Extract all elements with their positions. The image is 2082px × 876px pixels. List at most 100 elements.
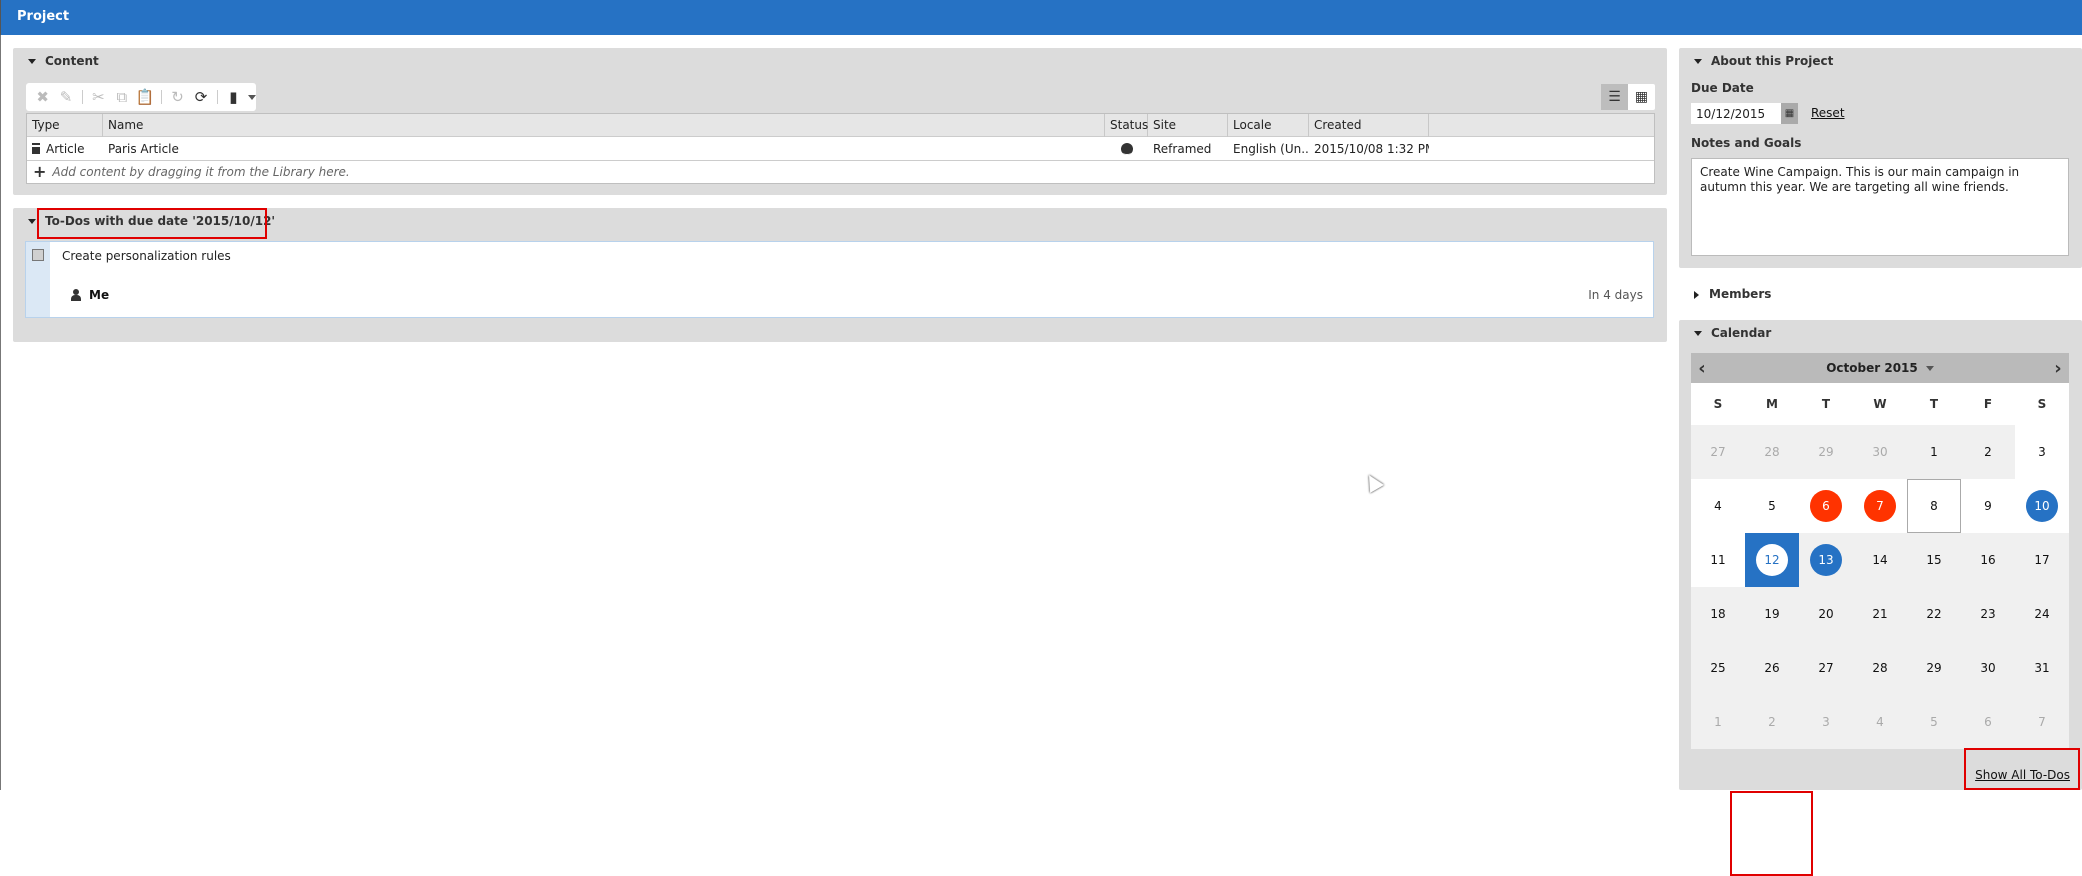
prev-month-button[interactable]: ‹ <box>1691 353 1713 383</box>
sync-button[interactable]: ↻ <box>167 86 188 108</box>
withdraw-button[interactable]: ⟳ <box>190 86 211 108</box>
column-header-locale[interactable]: Locale <box>1228 114 1309 137</box>
month-selector[interactable]: October 2015 <box>1826 361 1934 375</box>
calendar-day[interactable]: 10 <box>2015 479 2069 533</box>
calendar-day[interactable]: 21 <box>1853 587 1907 641</box>
day-number: 27 <box>1710 445 1726 459</box>
next-month-button[interactable]: › <box>2047 353 2069 383</box>
calendar-day[interactable]: 20 <box>1799 587 1853 641</box>
date-picker-button[interactable]: ▦ <box>1781 103 1798 124</box>
calendar-day[interactable]: 13 <box>1799 533 1853 587</box>
calendar-grid: SMTWTFS 27 28 29 30 1 2 3 4 5 6 7 8 9 10 11 12 13 14 15 16 1… <box>1691 383 2069 749</box>
calendar-day[interactable]: 12 <box>1745 533 1799 587</box>
calendar-day[interactable]: 4 <box>1691 479 1745 533</box>
calendar-day[interactable]: 6 <box>1799 479 1853 533</box>
calendar-day[interactable]: 9 <box>1961 479 2015 533</box>
notes-textarea[interactable] <box>1691 158 2069 256</box>
calendar-week: 25 26 27 28 29 30 31 <box>1691 641 2069 695</box>
column-header-status[interactable]: Status <box>1105 114 1148 137</box>
day-number: 14 <box>1872 553 1888 567</box>
calendar-day[interactable]: 1 <box>1907 425 1961 479</box>
about-panel-header[interactable]: About this Project <box>1694 54 1833 68</box>
collapse-icon <box>1694 59 1702 64</box>
column-header-type[interactable]: Type <box>27 114 103 137</box>
calendar-day[interactable]: 27 <box>1691 425 1745 479</box>
calendar-day[interactable]: 18 <box>1691 587 1745 641</box>
highlight-box <box>37 208 267 239</box>
add-content-dropzone[interactable]: + Add content by dragging it from the Li… <box>27 161 1654 183</box>
due-date-input[interactable] <box>1691 103 1781 124</box>
calendar-day[interactable]: 31 <box>2015 641 2069 695</box>
column-header-created[interactable]: Created <box>1309 114 1429 137</box>
weekday-row: SMTWTFS <box>1691 383 2069 425</box>
calendar-panel-header[interactable]: Calendar <box>1694 326 1771 340</box>
calendar-day[interactable]: 7 <box>2015 695 2069 749</box>
calendar-day[interactable]: 1 <box>1691 695 1745 749</box>
calendar-day[interactable]: 2 <box>1961 425 2015 479</box>
calendar-day[interactable]: 7 <box>1853 479 1907 533</box>
chevron-down-icon[interactable] <box>248 94 257 100</box>
calendar-day[interactable]: 26 <box>1745 641 1799 695</box>
reset-link[interactable]: Reset <box>1811 106 1845 120</box>
copy-button[interactable]: ⧉ <box>111 86 132 108</box>
calendar-day[interactable]: 19 <box>1745 587 1799 641</box>
edit-button[interactable]: ✎ <box>55 86 76 108</box>
todo-checkbox[interactable] <box>32 249 44 261</box>
paste-button[interactable]: 📋 <box>135 86 156 108</box>
calendar-day[interactable]: 24 <box>2015 587 2069 641</box>
calendar-day[interactable]: 8 <box>1907 479 1961 533</box>
calendar-day[interactable]: 27 <box>1799 641 1853 695</box>
members-panel-header[interactable]: Members <box>1694 287 1771 301</box>
day-number: 29 <box>1818 445 1834 459</box>
calendar-day[interactable]: 23 <box>1961 587 2015 641</box>
calendar-day[interactable]: 3 <box>2015 425 2069 479</box>
toolbar-separator <box>216 90 218 104</box>
calendar-day[interactable]: 14 <box>1853 533 1907 587</box>
calendar-day[interactable]: 4 <box>1853 695 1907 749</box>
calendar-day[interactable]: 29 <box>1799 425 1853 479</box>
todo-item[interactable]: Create personalization rules Me In 4 day… <box>25 241 1654 318</box>
user-icon <box>71 289 81 301</box>
cut-button[interactable]: ✂ <box>88 86 109 108</box>
calendar-day[interactable]: 30 <box>1853 425 1907 479</box>
day-number: 30 <box>1980 661 1996 675</box>
weekday-label: W <box>1873 397 1887 411</box>
calendar-day[interactable]: 11 <box>1691 533 1745 587</box>
list-view-button[interactable]: ☰ <box>1601 84 1628 110</box>
calendar-day[interactable]: 3 <box>1799 695 1853 749</box>
calendar-day[interactable]: 5 <box>1907 695 1961 749</box>
edit-icon: ✎ <box>59 88 73 106</box>
cut-icon: ✂ <box>92 88 105 106</box>
calendar-day[interactable]: 22 <box>1907 587 1961 641</box>
calendar-day[interactable]: 28 <box>1853 641 1907 695</box>
toolbar-separator <box>160 90 162 104</box>
calendar-day[interactable]: 5 <box>1745 479 1799 533</box>
collapse-icon <box>28 59 36 64</box>
calendar-week: 11 12 13 14 15 16 17 <box>1691 533 2069 587</box>
calendar-day[interactable]: 28 <box>1745 425 1799 479</box>
toolbar-separator <box>81 90 83 104</box>
thumbnail-view-button[interactable]: ▦ <box>1628 84 1655 110</box>
column-header-name[interactable]: Name <box>103 114 1105 137</box>
day-marker: 10 <box>2026 490 2058 522</box>
column-header-site[interactable]: Site <box>1148 114 1228 137</box>
calendar-day[interactable]: 25 <box>1691 641 1745 695</box>
view-toggle: ☰ ▦ <box>1601 84 1655 110</box>
calendar-day[interactable]: 30 <box>1961 641 2015 695</box>
calendar-day[interactable]: 6 <box>1961 695 2015 749</box>
calendar-day[interactable]: 29 <box>1907 641 1961 695</box>
table-row[interactable]: Article Paris Article Reframed English (… <box>27 137 1654 161</box>
content-panel-header[interactable]: Content <box>28 54 99 68</box>
new-content-button[interactable]: ▮ <box>223 86 244 108</box>
cell-filler <box>1429 137 1654 161</box>
weekday-label: T <box>1929 397 1939 411</box>
column-header-filler <box>1429 114 1654 137</box>
calendar-day[interactable]: 16 <box>1961 533 2015 587</box>
calendar-day[interactable]: 17 <box>2015 533 2069 587</box>
calendar-day[interactable]: 2 <box>1745 695 1799 749</box>
due-date-label: Due Date <box>1691 81 1754 95</box>
delete-button[interactable]: ✖ <box>32 86 53 108</box>
day-number: 27 <box>1818 661 1834 675</box>
day-number: 20 <box>1818 607 1834 621</box>
calendar-day[interactable]: 15 <box>1907 533 1961 587</box>
